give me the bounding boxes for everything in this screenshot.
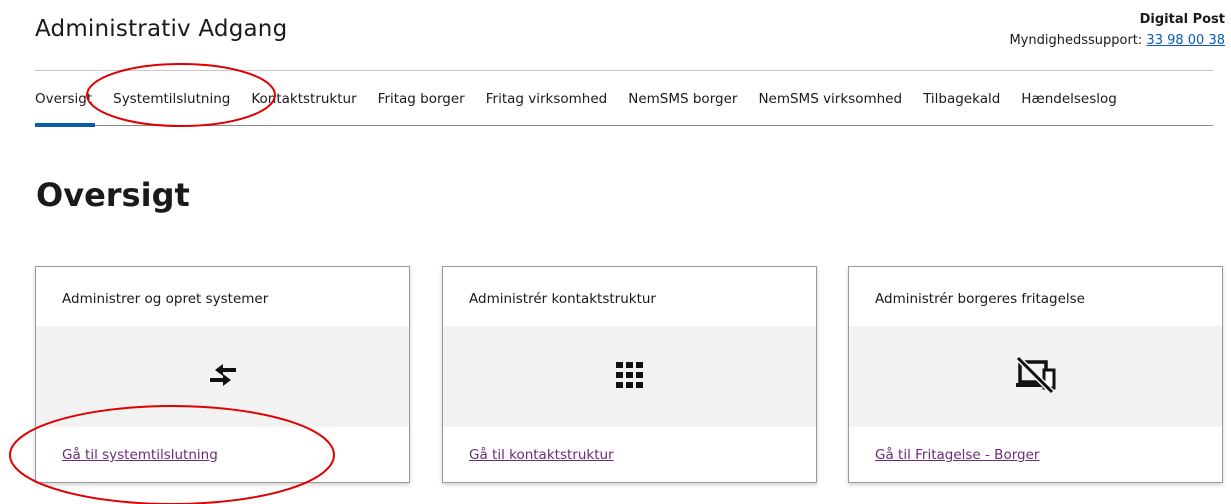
card-title: Administrer og opret systemer (62, 291, 269, 307)
nav-item-fritag-borger[interactable]: Fritag borger (378, 71, 465, 126)
swap-arrows-icon (197, 355, 249, 399)
link-kontaktstruktur[interactable]: Gå til kontaktstruktur (469, 447, 614, 463)
nav-item-tilbagekald[interactable]: Tilbagekald (923, 71, 1000, 126)
page-title: Oversigt (36, 176, 190, 214)
org-name: Digital Post (1139, 12, 1225, 27)
support-label: Myndighedssupport: (1009, 33, 1143, 48)
card-fritagelse-borger: Administrér borgeres fritagelse Gå til F… (848, 266, 1223, 483)
link-systemtilslutning[interactable]: Gå til systemtilslutning (62, 447, 218, 463)
nav-item-nemsms-virksomhed[interactable]: NemSMS virksomhed (758, 71, 902, 126)
nav-item-fritag-virksomhed[interactable]: Fritag virksomhed (486, 71, 608, 126)
nav-item-nemsms-borger[interactable]: NemSMS borger (628, 71, 737, 126)
nav-item-haendelseslog[interactable]: Hændelseslog (1021, 71, 1117, 126)
grid-icon (614, 361, 646, 393)
main-nav: Oversigt Systemtilslutning Kontaktstrukt… (35, 70, 1213, 127)
support-phone-link[interactable]: 33 98 00 38 (1146, 33, 1225, 48)
card-icon-band (443, 326, 816, 427)
card-title: Administrér kontaktstruktur (469, 291, 656, 307)
card-icon-band (849, 326, 1222, 427)
app-title: Administrativ Adgang (35, 16, 288, 42)
support-line: Myndighedssupport: 33 98 00 38 (1009, 30, 1225, 51)
devices-off-icon (1014, 355, 1058, 399)
nav-item-oversigt[interactable]: Oversigt (35, 71, 96, 127)
card-icon-band (36, 326, 409, 427)
nav-item-kontaktstruktur[interactable]: Kontaktstruktur (251, 71, 356, 126)
card-footer: Gå til kontaktstruktur (443, 427, 816, 482)
org-info: Digital Post Myndighedssupport: 33 98 00… (1009, 9, 1225, 51)
card-footer: Gå til Fritagelse - Borger (849, 427, 1222, 482)
card-title: Administrér borgeres fritagelse (875, 291, 1085, 307)
card-systemtilslutning: Administrer og opret systemer Gå til sys… (35, 266, 410, 483)
card-footer: Gå til systemtilslutning (36, 427, 409, 482)
nav-item-systemtilslutning[interactable]: Systemtilslutning (113, 71, 230, 126)
link-fritagelse-borger[interactable]: Gå til Fritagelse - Borger (875, 447, 1039, 463)
card-kontaktstruktur: Administrér kontaktstruktur Gå til konta… (442, 266, 817, 483)
